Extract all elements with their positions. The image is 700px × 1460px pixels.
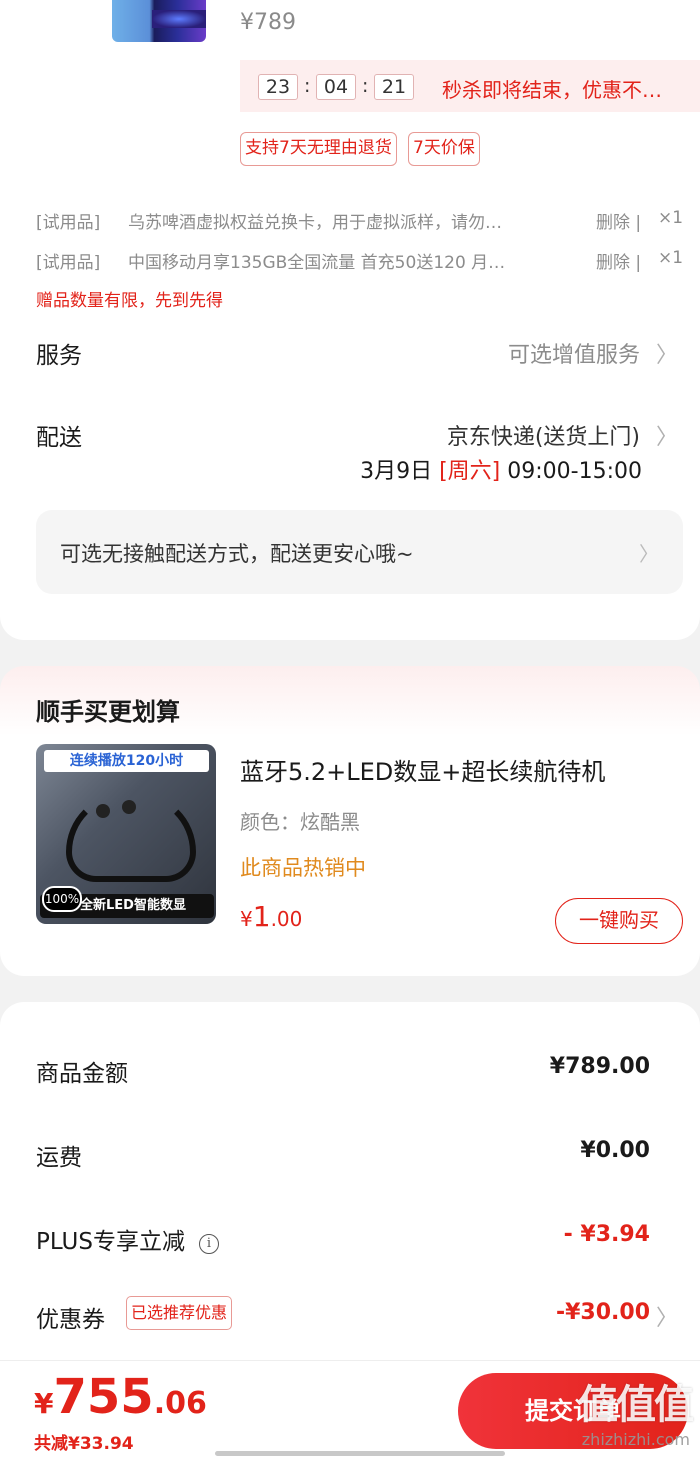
one-click-buy-button[interactable]: 一键购买 [555, 898, 683, 944]
contactless-text: 可选无接触配送方式，配送更安心哦~ [60, 542, 414, 566]
gift-name: 乌苏啤酒虚拟权益兑换卡，用于虚拟派样，请勿… [128, 213, 502, 233]
plus-discount-value: - ¥3.94 [563, 1222, 650, 1247]
delivery-value: 京东快递(送货上门) [446, 425, 640, 450]
info-icon[interactable]: i [198, 1234, 219, 1254]
delivery-weekday: [周六] [439, 459, 501, 484]
total-saved: 共减¥33.94 [34, 1434, 134, 1454]
countdown-text: 秒杀即将结束，优惠不… [442, 78, 662, 102]
service-value: 可选增值服务 [507, 343, 640, 368]
shipping-value: ¥0.00 [580, 1138, 650, 1163]
bundle-hot-label: 此商品热销中 [240, 856, 366, 880]
return-policy-tag: 支持7天无理由退货 [240, 132, 397, 166]
countdown-minutes: 04 [316, 74, 356, 100]
delivery-window: 09:00-15:00 [507, 459, 642, 484]
coupon-value[interactable]: -¥30.00 [556, 1300, 650, 1325]
flash-sale-countdown: 23 : 04 : 21 秒杀即将结束，优惠不… [240, 60, 700, 112]
product-price: ¥789 [240, 10, 296, 35]
gift-quantity: ×1 [658, 248, 684, 268]
countdown-seconds: 21 [374, 74, 414, 100]
total-currency: ¥ [34, 1387, 54, 1420]
delivery-date: 3月9日 [360, 459, 433, 484]
gift-tag: [试用品] [36, 253, 101, 273]
delivery-time: 3月9日 [周六] 09:00-15:00 [360, 453, 642, 485]
countdown-separator: : [362, 75, 369, 97]
goods-amount-value: ¥789.00 [549, 1054, 650, 1079]
gift-item: [试用品] 中国移动月享135GB全国流量 首充50送120 月… 删除 | ×… [36, 248, 686, 276]
gift-delete-button[interactable]: 删除 | [596, 208, 641, 233]
chevron-right-icon: 〉 [639, 542, 659, 566]
price-currency: ¥ [240, 907, 253, 931]
bundle-card: 顺手买更划算 连续播放120小时 全新LED智能数显 100% 蓝牙5.2+LE… [0, 666, 700, 976]
total-integer: 755 [53, 1369, 154, 1425]
price-protect-tag: 7天价保 [408, 132, 480, 166]
gift-quantity: ×1 [658, 208, 684, 228]
shipping-label: 运费 [36, 1145, 82, 1171]
gift-name: 中国移动月享135GB全国流量 首充50送120 月… [128, 253, 506, 273]
countdown-separator: : [304, 75, 311, 97]
gift-item: [试用品] 乌苏啤酒虚拟权益兑换卡，用于虚拟派样，请勿… 删除 | ×1 [36, 208, 686, 236]
total-decimal: .06 [153, 1386, 207, 1421]
service-label: 服务 [36, 343, 82, 369]
bundle-product-color: 颜色：炫酷黑 [240, 810, 360, 834]
bundle-product-title[interactable]: 蓝牙5.2+LED数显+超长续航待机 [240, 752, 605, 787]
product-thumbnail[interactable] [112, 0, 206, 42]
price-integer: 1 [252, 900, 271, 933]
watermark-url: zhizhizhi.com [581, 1430, 690, 1449]
watermark-logo: 值值值 [578, 1382, 694, 1428]
chevron-right-icon: 〉 [655, 343, 678, 368]
bundle-product-price: ¥1.00 [240, 900, 302, 933]
plus-discount-row: PLUS专享立减 i [36, 1222, 219, 1256]
contactless-delivery-option[interactable]: 可选无接触配送方式，配送更安心哦~ 〉 [36, 510, 683, 594]
coupon-label: 优惠券 [36, 1307, 105, 1333]
gift-delete-button[interactable]: 删除 | [596, 248, 641, 273]
order-total: ¥755.06 [34, 1369, 207, 1425]
image-battery-badge: 100% [42, 886, 82, 912]
gift-note: 赠品数量有限，先到先得 [36, 291, 223, 311]
gift-tag: [试用品] [36, 213, 101, 233]
chevron-right-icon: 〉 [655, 425, 678, 450]
price-decimal: .00 [270, 907, 303, 931]
image-banner-text: 连续播放120小时 [44, 750, 209, 772]
chevron-right-icon[interactable]: 〉 [656, 1300, 678, 1332]
countdown-hours: 23 [258, 74, 298, 100]
coupon-recommended-tag: 已选推荐优惠 [126, 1296, 233, 1330]
bundle-title: 顺手买更划算 [36, 698, 180, 726]
site-watermark: 值值值 zhizhizhi.com [538, 1372, 698, 1460]
goods-amount-label: 商品金额 [36, 1061, 128, 1087]
earphone-product-image[interactable]: 连续播放120小时 全新LED智能数显 100% [36, 744, 216, 924]
delivery-label: 配送 [36, 425, 82, 451]
order-card: ¥789 23 : 04 : 21 秒杀即将结束，优惠不… 支持7天无理由退货 … [0, 0, 700, 640]
home-indicator[interactable] [215, 1451, 505, 1456]
plus-discount-label: PLUS专享立减 [36, 1229, 185, 1255]
